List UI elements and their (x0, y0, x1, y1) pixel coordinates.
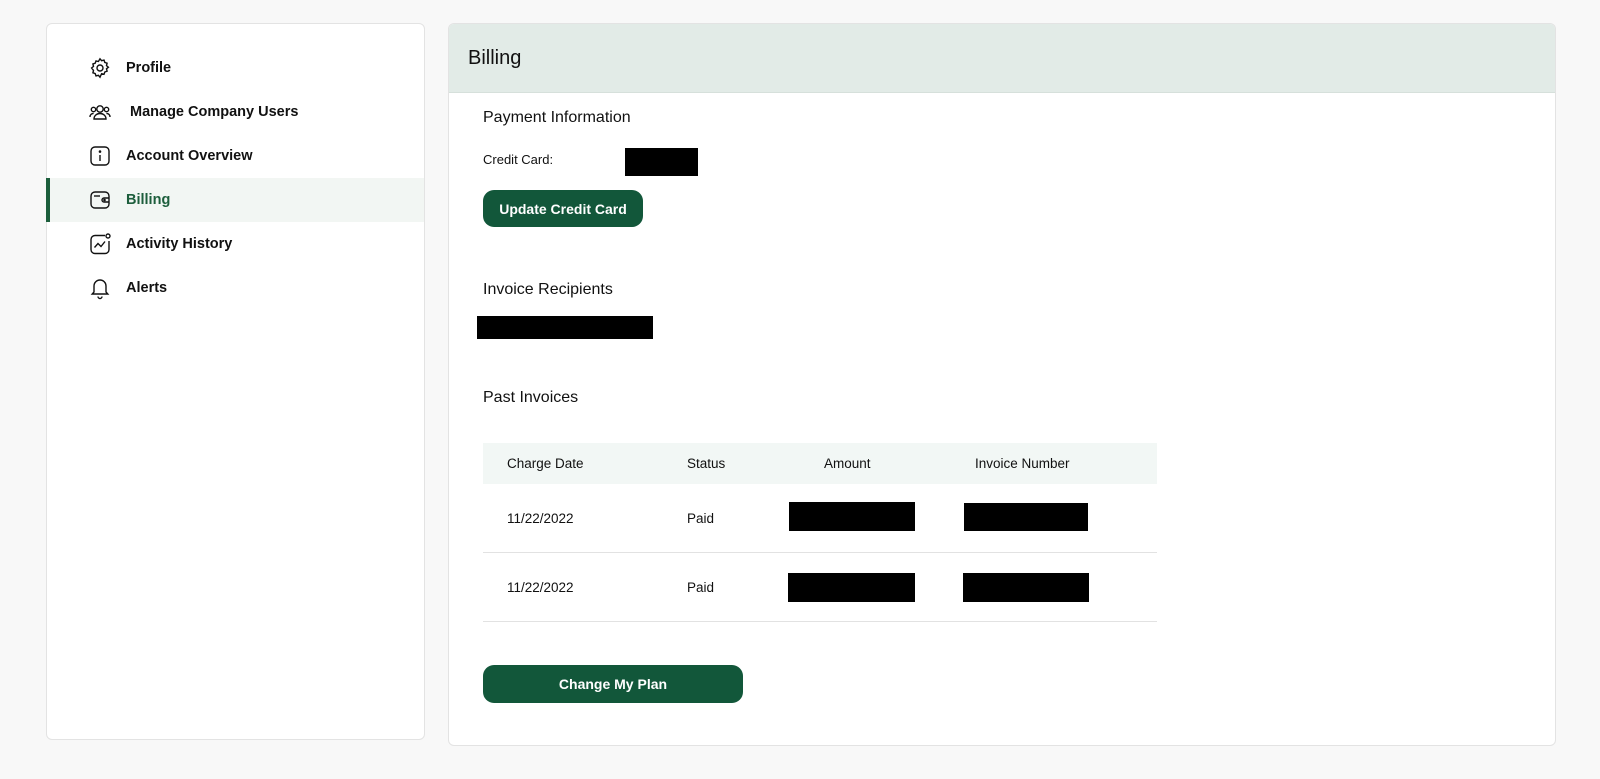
sidebar-item-label: Manage Company Users (130, 104, 299, 120)
sidebar-item-label: Activity History (126, 236, 233, 252)
invoice-number-redacted (964, 503, 1088, 531)
table-row: 11/22/2022 Paid (483, 484, 1157, 553)
settings-sidebar: Profile Manage Company Users Account Ove… (46, 23, 425, 740)
charge-date-cell: 11/22/2022 (507, 510, 574, 526)
table-header: Charge Date Status Amount Invoice Number (483, 443, 1157, 484)
invoice-recipients-title: Invoice Recipients (483, 281, 613, 298)
billing-panel: Billing Payment Information Credit Card:… (448, 23, 1556, 746)
gear-icon (88, 56, 112, 80)
credit-card-label: Credit Card: (483, 152, 554, 167)
status-cell: Paid (687, 579, 715, 595)
payment-information-title: Payment Information (483, 109, 631, 126)
past-invoices-title: Past Invoices (483, 389, 579, 406)
column-charge-date: Charge Date (507, 456, 584, 471)
table-row: 11/22/2022 Paid (483, 553, 1157, 622)
users-icon (88, 100, 112, 124)
bell-icon (88, 276, 112, 300)
credit-card-value-redacted (625, 148, 698, 176)
invoice-recipients-redacted (477, 316, 653, 339)
change-my-plan-button[interactable]: Change My Plan (483, 665, 743, 703)
wallet-icon (88, 188, 112, 212)
past-invoices-table: Charge Date Status Amount Invoice Number… (483, 443, 1157, 622)
status-cell: Paid (687, 510, 715, 526)
invoice-number-redacted (963, 573, 1089, 602)
activity-chart-icon (88, 232, 112, 256)
sidebar-nav: Profile Manage Company Users Account Ove… (46, 46, 424, 310)
sidebar-item-billing[interactable]: Billing (46, 178, 424, 222)
info-icon (88, 144, 112, 168)
sidebar-item-label: Profile (126, 60, 172, 76)
amount-redacted (789, 502, 915, 531)
sidebar-item-account-overview[interactable]: Account Overview (47, 134, 424, 178)
column-amount: Amount (824, 456, 871, 471)
column-invoice-number: Invoice Number (975, 456, 1070, 471)
sidebar-item-label: Alerts (126, 280, 168, 296)
sidebar-item-manage-company-users[interactable]: Manage Company Users (47, 90, 424, 134)
sidebar-item-alerts[interactable]: Alerts (47, 266, 424, 310)
sidebar-item-profile[interactable]: Profile (47, 46, 424, 90)
sidebar-item-label: Account Overview (126, 148, 253, 164)
update-credit-card-button[interactable]: Update Credit Card (483, 190, 643, 227)
amount-redacted (788, 573, 915, 602)
column-status: Status (687, 456, 726, 471)
sidebar-item-activity-history[interactable]: Activity History (47, 222, 424, 266)
charge-date-cell: 11/22/2022 (507, 579, 574, 595)
billing-content: Payment Information Credit Card: Update … (477, 24, 1555, 745)
sidebar-item-label: Billing (126, 192, 171, 208)
